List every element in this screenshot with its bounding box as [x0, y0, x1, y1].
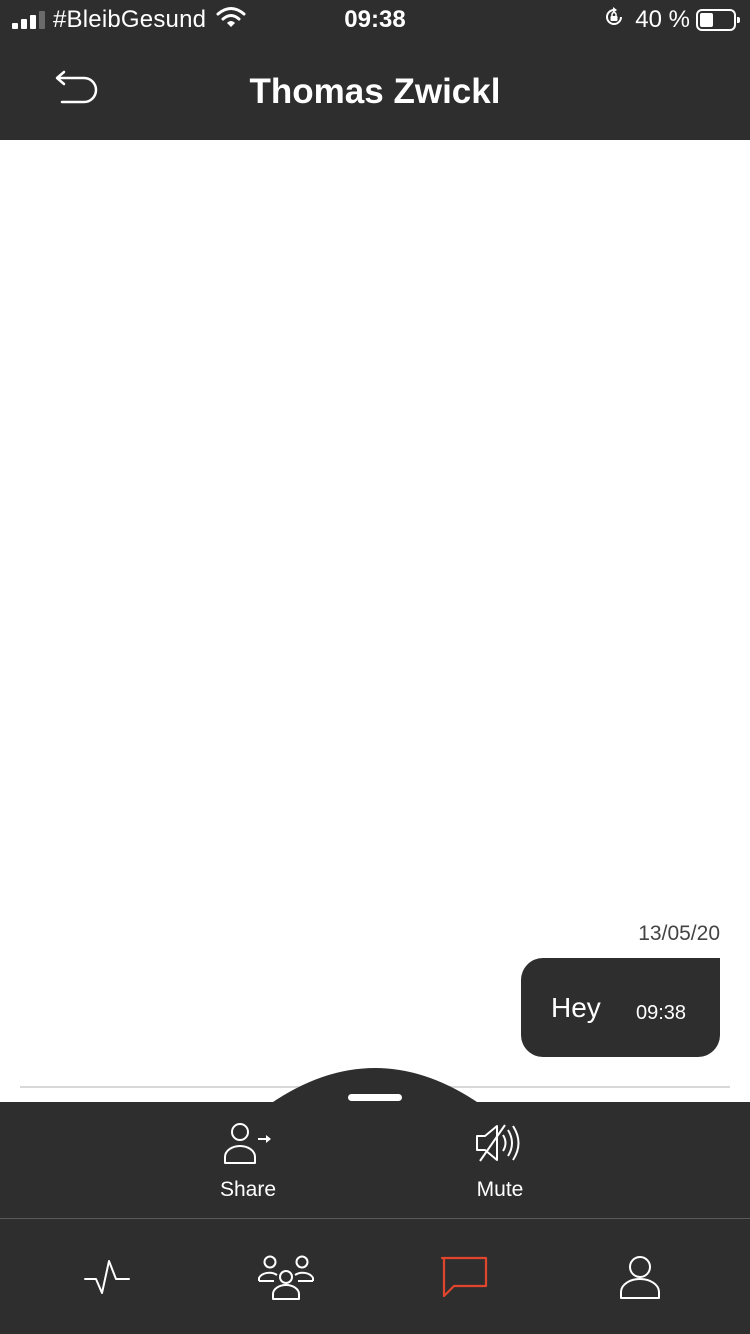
message-text: Hey — [551, 992, 601, 1023]
message-bubble-outgoing[interactable]: Hey 09:38 — [521, 958, 720, 1057]
sheet-drag-handle[interactable] — [348, 1094, 402, 1101]
mute-button[interactable]: Mute — [440, 1120, 560, 1202]
share-button[interactable]: Share — [188, 1120, 308, 1202]
tab-groups[interactable] — [256, 1249, 316, 1305]
activity-pulse-icon — [84, 1260, 130, 1294]
status-right: 40 % — [603, 6, 740, 35]
tab-activity[interactable] — [78, 1249, 138, 1305]
chat-header: Thomas Zwickl — [0, 40, 750, 140]
tab-chat[interactable] — [434, 1249, 494, 1305]
chat-screen: #BleibGesund 09:38 40 % Thomas Zwickl 13… — [0, 0, 750, 1334]
message-list[interactable]: 13/05/20 Hey 09:38 — [0, 140, 750, 1090]
mute-label: Mute — [476, 1178, 524, 1201]
profile-icon — [620, 1256, 660, 1299]
group-icon — [258, 1255, 314, 1300]
tab-profile[interactable] — [610, 1249, 670, 1305]
chat-bubble-icon — [440, 1256, 488, 1298]
battery-percentage: 40 % — [635, 6, 690, 33]
share-user-icon — [224, 1123, 271, 1164]
message-time: 09:38 — [636, 1002, 687, 1024]
rotation-lock-icon — [603, 6, 625, 35]
tab-bar — [0, 1219, 750, 1334]
status-bar: #BleibGesund 09:38 40 % — [0, 0, 750, 40]
action-sheet: Share Mute — [0, 1102, 750, 1218]
date-separator: 13/05/20 — [638, 922, 720, 945]
battery-fill — [700, 13, 713, 27]
share-label: Share — [219, 1178, 277, 1201]
battery-icon — [696, 9, 740, 31]
page-title: Thomas Zwickl — [249, 72, 501, 111]
mute-speaker-icon — [476, 1124, 520, 1162]
